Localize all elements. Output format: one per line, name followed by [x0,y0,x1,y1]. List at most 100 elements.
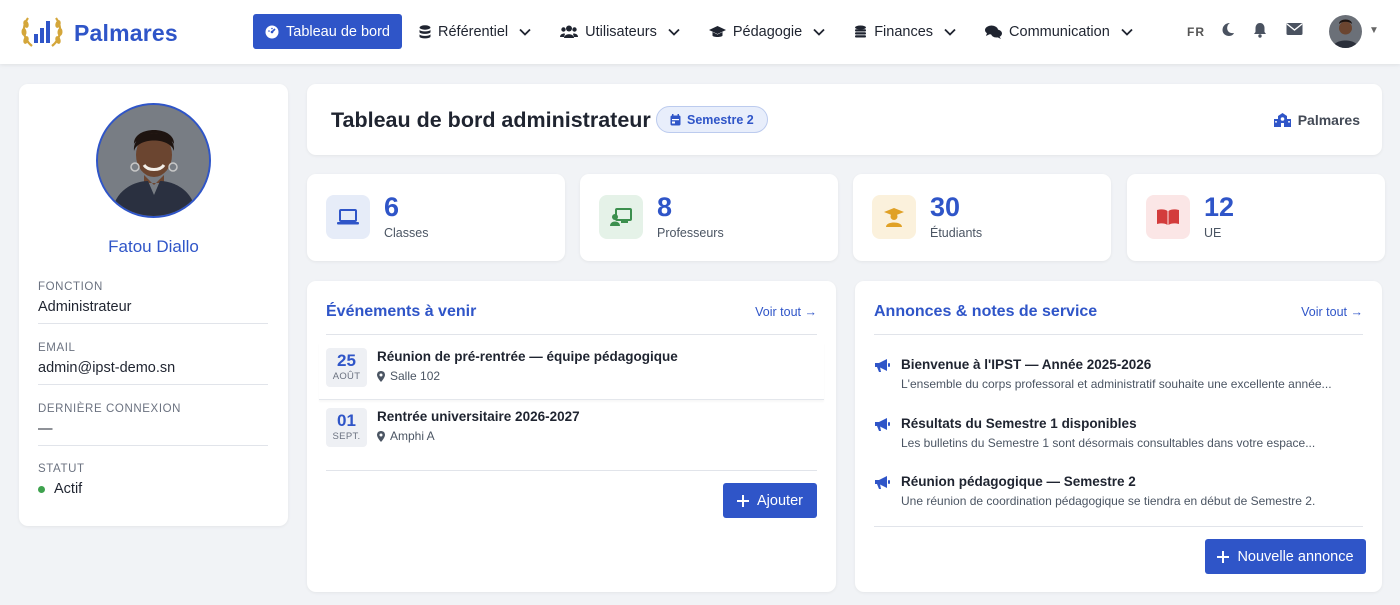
field-value: — [38,421,53,437]
dashboard-icon [265,25,279,38]
field-label: DERNIÈRE CONNEXION [38,403,182,415]
dashboard-header: Tableau de bord administrateur Semestre … [307,84,1382,155]
nav-item-utilisateurs[interactable]: Utilisateurs [548,14,692,49]
announcement-excerpt: Les bulletins du Semestre 1 sont désorma… [901,436,1316,450]
chevron-down-icon [668,28,680,36]
events-title: Événements à venir [326,303,477,320]
semester-label: Semestre 2 [687,112,754,127]
add-event-button[interactable]: Ajouter [723,483,817,518]
teacher-icon [599,195,643,239]
event-item[interactable]: 01 SEPT. Rentrée universitaire 2026-2027… [319,402,824,460]
new-announcement-label: Nouvelle annonce [1237,548,1354,565]
nav-label: Pédagogie [732,23,803,40]
announcements-panel: Annonces & notes de service Voir tout → … [855,281,1382,592]
plus-icon [737,494,750,507]
announcement-item[interactable]: Bienvenue à l'IPST — Année 2025-2026 L'e… [874,355,1363,400]
events-panel: Événements à venir Voir tout → 25 AOÛT R… [307,281,836,592]
moon-icon[interactable] [1221,22,1235,42]
divider [874,334,1363,335]
chevron-down-icon [944,28,956,36]
field-label: FONCTION [38,281,103,293]
new-announcement-button[interactable]: Nouvelle annonce [1205,539,1366,574]
add-event-label: Ajouter [757,492,803,509]
user-avatar[interactable] [1329,15,1362,48]
stat-value: 8 [657,192,673,222]
semester-badge[interactable]: Semestre 2 [656,106,768,133]
announcement-excerpt: Une réunion de coordination pédagogique … [901,494,1316,508]
event-day: 01 [337,411,356,430]
coins-icon [855,25,867,37]
divider [326,334,817,335]
status-dot [38,485,45,493]
events-see-all-link[interactable]: Voir tout → [755,305,817,319]
calendar-icon [670,113,681,125]
stat-label: Classes [384,226,429,240]
nav-label: Référentiel [438,23,509,40]
nav-item-communication[interactable]: Communication [973,14,1145,49]
event-month: SEPT. [332,431,361,442]
chevron-down-icon [519,28,531,36]
status-value: Actif [38,481,268,497]
profile-avatar [96,103,211,218]
announcement-title: Réunion pédagogique — Semestre 2 [901,474,1136,489]
field-label: EMAIL [38,342,76,354]
comments-icon [985,25,1003,39]
field-label: STATUT [38,463,85,475]
announcement-item[interactable]: Réunion pédagogique — Semestre 2 Une réu… [874,472,1363,517]
brand-logo[interactable]: Palmares [20,12,178,55]
stat-value: 12 [1204,192,1235,222]
brand-name: Palmares [74,20,178,46]
stat-card-etudiants[interactable]: 30 Étudiants [853,174,1111,261]
student-icon [872,195,916,239]
school-link[interactable]: Palmares [1273,112,1360,128]
event-day: 25 [337,351,356,370]
event-item[interactable]: 25 AOÛT Réunion de pré-rentrée — équipe … [319,342,824,400]
announcements-see-all-link[interactable]: Voir tout → [1301,305,1363,319]
announcement-item[interactable]: Résultats du Semestre 1 disponibles Les … [874,414,1363,459]
event-location: Salle 102 [377,369,440,383]
event-title: Rentrée universitaire 2026-2027 [377,409,580,424]
chevron-down-icon [813,28,825,36]
nav-item-tableau-de-bord[interactable]: Tableau de bord [253,14,402,49]
stat-card-ue[interactable]: 12 UE [1127,174,1385,261]
school-icon [1273,113,1291,127]
laptop-icon [326,195,370,239]
main-nav: Tableau de bord Référentiel Utilisateurs… [253,14,1150,49]
nav-item-finances[interactable]: Finances [842,14,968,49]
nav-label: Communication [1009,23,1110,40]
page-title: Tableau de bord administrateur [331,108,651,132]
laurel-chart-icon [20,12,64,55]
stat-label: UE [1204,226,1222,240]
database-icon [419,24,431,38]
stat-value: 6 [384,192,400,222]
nav-label: Utilisateurs [585,23,657,40]
nav-label: Finances [874,23,934,40]
profile-field-email: EMAIL admin@ipst-demo.sn [38,342,268,385]
announcements-title: Annonces & notes de service [874,303,1098,320]
event-title: Réunion de pré-rentrée — équipe pédagogi… [377,349,678,364]
nav-label: Tableau de bord [286,23,390,40]
status-text: Actif [54,481,83,497]
announcement-title: Bienvenue à l'IPST — Année 2025-2026 [901,357,1152,372]
profile-field-fonction: FONCTION Administrateur [38,281,268,324]
bullhorn-icon [874,475,890,495]
divider [874,526,1363,527]
nav-item-pedagogie[interactable]: Pédagogie [697,14,837,49]
language-switch[interactable]: FR [1187,25,1205,39]
divider [326,470,817,471]
stat-card-classes[interactable]: 6 Classes [307,174,565,261]
envelope-icon[interactable] [1286,22,1303,41]
chevron-down-icon [1121,28,1133,36]
profile-card: Fatou Diallo FONCTION Administrateur EMA… [19,84,288,526]
announcement-title: Résultats du Semestre 1 disponibles [901,416,1137,431]
stat-card-professeurs[interactable]: 8 Professeurs [580,174,838,261]
profile-name: Fatou Diallo [108,237,199,256]
stat-label: Étudiants [930,226,983,240]
top-navbar: Palmares Tableau de bord Référentiel Uti… [0,0,1400,64]
bell-icon[interactable] [1253,22,1267,43]
caret-down-icon[interactable]: ▼ [1369,25,1379,36]
event-date: 01 SEPT. [326,408,367,447]
field-value: admin@ipst-demo.sn [38,360,176,376]
nav-item-referentiel[interactable]: Référentiel [407,14,543,49]
event-date: 25 AOÛT [326,348,367,387]
